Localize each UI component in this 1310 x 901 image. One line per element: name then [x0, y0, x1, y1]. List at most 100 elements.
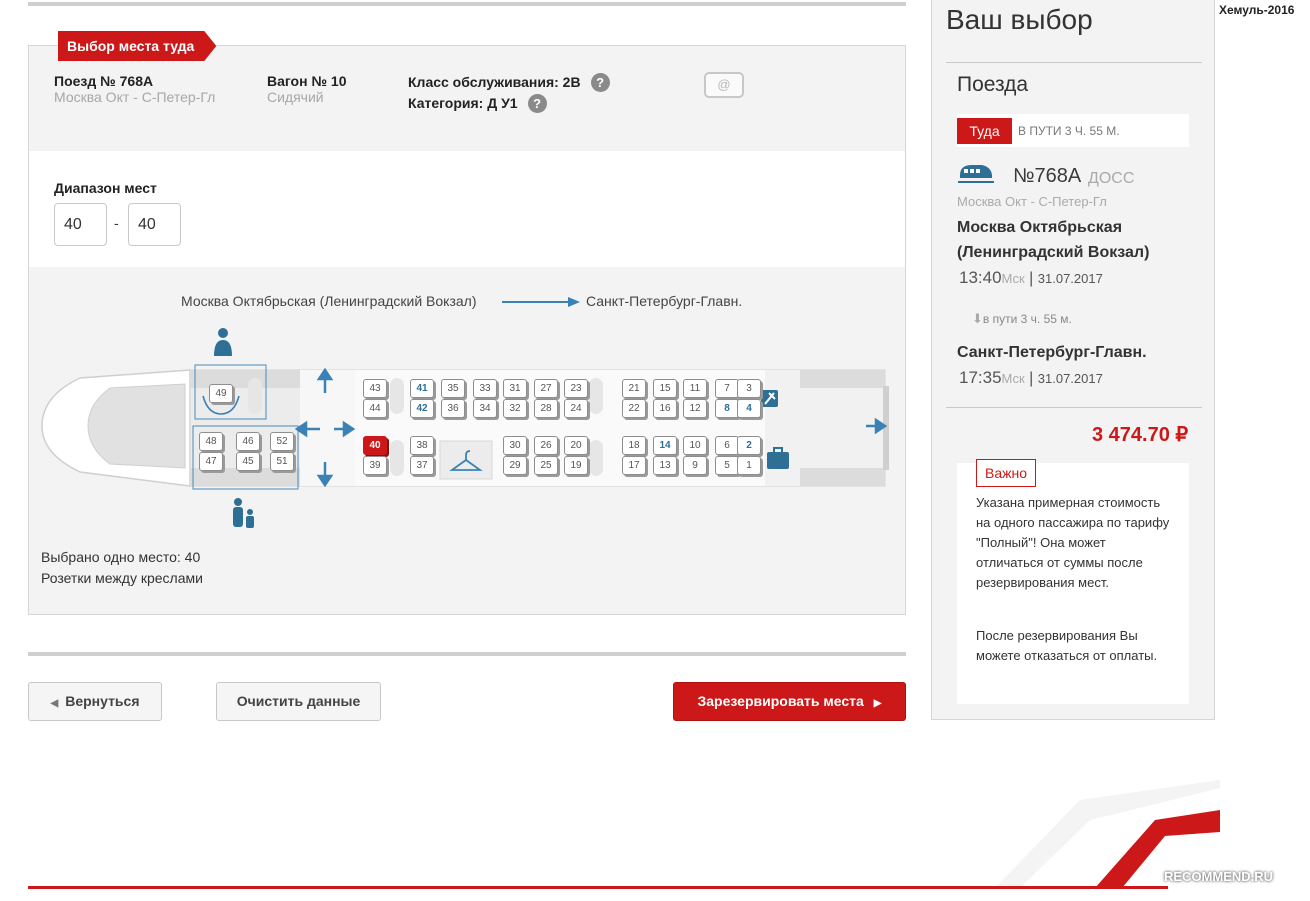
seat-12[interactable]: 12 [683, 399, 707, 418]
seat-19[interactable]: 19 [564, 456, 588, 475]
departure-time-row: 13:40Мск | 31.07.2017 [959, 268, 1103, 287]
sidebar-title: Ваш выбор [946, 4, 1093, 35]
seat-42[interactable]: 42 [410, 399, 434, 418]
seat-31[interactable]: 31 [503, 379, 527, 398]
price: 3 474.70 ₽ [1092, 424, 1189, 446]
reserve-button[interactable]: Зарезервировать места ▶ [673, 682, 906, 721]
luggage-icon [767, 452, 789, 469]
seat-3[interactable]: 3 [737, 379, 761, 398]
range-from-input[interactable] [54, 203, 107, 246]
seat-47[interactable]: 47 [199, 452, 223, 471]
route-arrow-icon [502, 297, 580, 307]
category-info: Категория: Д У1? [408, 94, 547, 113]
top-divider [28, 2, 906, 6]
sidebar-divider [946, 407, 1202, 408]
seat-46[interactable]: 46 [236, 432, 260, 451]
seat-25[interactable]: 25 [534, 456, 558, 475]
seat-27[interactable]: 27 [534, 379, 558, 398]
arrival-time-row: 17:35Мск | 31.07.2017 [959, 368, 1103, 387]
sidebar-train-number: №768А [1013, 165, 1082, 187]
seat-26[interactable]: 26 [534, 436, 558, 455]
seat-39[interactable]: 39 [363, 456, 387, 475]
seat-7[interactable]: 7 [715, 379, 739, 398]
train-icon [958, 165, 994, 183]
departure-station: Москва Октябрьская (Ленинградский Вокзал… [957, 219, 1150, 261]
seat-33[interactable]: 33 [473, 379, 497, 398]
sidebar-divider [946, 62, 1202, 63]
wall [190, 370, 300, 388]
partition [589, 378, 603, 414]
help-icon[interactable]: ? [527, 94, 547, 113]
car-info: Вагон № 10 Сидячий [267, 73, 347, 105]
seat-2[interactable]: 2 [737, 436, 761, 455]
seat-30[interactable]: 30 [503, 436, 527, 455]
seat-24[interactable]: 24 [564, 399, 588, 418]
seat-18[interactable]: 18 [622, 436, 646, 455]
seat-15[interactable]: 15 [653, 379, 677, 398]
seat-44[interactable]: 44 [363, 399, 387, 418]
seat-20[interactable]: 20 [564, 436, 588, 455]
seat-40[interactable]: 40 [363, 436, 387, 455]
class-info: Класс обслуживания: 2В? [408, 73, 610, 92]
help-icon[interactable]: ? [590, 73, 610, 92]
seat-37[interactable]: 37 [410, 456, 434, 475]
seat-11[interactable]: 11 [683, 379, 707, 398]
seat-49[interactable]: 49 [209, 384, 233, 403]
train-number: Поезд № 768А [54, 73, 154, 89]
seat-17[interactable]: 17 [622, 456, 646, 475]
mother-baby-icon [214, 328, 232, 356]
chevron-right-icon: ▶ [873, 698, 882, 709]
chevron-left-icon: ◀ [50, 698, 59, 709]
seat-8[interactable]: 8 [715, 399, 739, 418]
recommend-watermark: RECOMMEND.RU [1164, 869, 1274, 884]
clear-button[interactable]: Очистить данные [216, 682, 381, 721]
seat-23[interactable]: 23 [564, 379, 588, 398]
sidebar-subtitle: Поезда [957, 73, 1029, 96]
car-type: Сидячий [267, 89, 324, 105]
arrival-tz: Мск [1001, 371, 1025, 386]
travel-time: В ПУТИ 3 Ч. 55 М. [1018, 124, 1120, 138]
car-number: Вагон № 10 [267, 73, 347, 89]
seat-36[interactable]: 36 [441, 399, 465, 418]
range-to-input[interactable] [128, 203, 181, 246]
duration-row: ⬇в пути 3 ч. 55 м. [972, 311, 1072, 327]
service-class: Класс обслуживания: 2В [408, 74, 581, 90]
seat-32[interactable]: 32 [503, 399, 527, 418]
route-from: Москва Октябрьская (Ленинградский Вокзал… [181, 293, 477, 309]
seat-41[interactable]: 41 [410, 379, 434, 398]
seat-16[interactable]: 16 [653, 399, 677, 418]
seat-51[interactable]: 51 [270, 452, 294, 471]
seat-52[interactable]: 52 [270, 432, 294, 451]
seat-21[interactable]: 21 [622, 379, 646, 398]
range-label: Диапазон мест [54, 180, 157, 196]
seat-10[interactable]: 10 [683, 436, 707, 455]
seat-6[interactable]: 6 [715, 436, 739, 455]
train-route: Москва Окт - С-Петер-Гл [54, 89, 216, 105]
seat-13[interactable]: 13 [653, 456, 677, 475]
seat-28[interactable]: 28 [534, 399, 558, 418]
seat-45[interactable]: 45 [236, 452, 260, 471]
seat-5[interactable]: 5 [715, 456, 739, 475]
seat-48[interactable]: 48 [199, 432, 223, 451]
seat-9[interactable]: 9 [683, 456, 707, 475]
warning-badge: Важно [976, 459, 1036, 487]
back-button[interactable]: ◀ Вернуться [28, 682, 162, 721]
arrival-date: 31.07.2017 [1037, 371, 1103, 386]
seat-43[interactable]: 43 [363, 379, 387, 398]
seat-35[interactable]: 35 [441, 379, 465, 398]
sidebar-train-route: Москва Окт - С-Петер-Гл [957, 194, 1107, 209]
sidebar-train-type: ДОСС [1088, 170, 1135, 187]
seat-34[interactable]: 34 [473, 399, 497, 418]
seat-38[interactable]: 38 [410, 436, 434, 455]
selected-seats-note: Выбрано одно место: 40 [41, 549, 201, 565]
car-diagram [41, 328, 889, 528]
route-to: Санкт-Петербург-Главн. [586, 293, 743, 309]
partition [390, 440, 404, 476]
bottom-accent-line [28, 886, 1168, 889]
seat-14[interactable]: 14 [653, 436, 677, 455]
seat-29[interactable]: 29 [503, 456, 527, 475]
seat-22[interactable]: 22 [622, 399, 646, 418]
warning-text: Указана примерная стоимость на одного па… [976, 495, 1170, 590]
seat-1[interactable]: 1 [737, 456, 761, 475]
seat-4[interactable]: 4 [737, 399, 761, 418]
